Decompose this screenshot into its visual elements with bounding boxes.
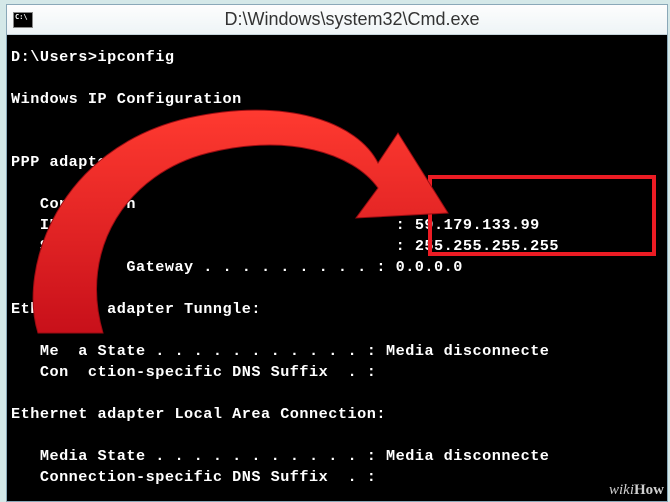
section-title: Ethernet adapter Local Area Connection: <box>11 405 386 423</box>
gateway-value: 0.0.0.0 <box>396 258 463 276</box>
window-title: D:\Windows\system32\Cmd.exe <box>43 9 661 30</box>
titlebar[interactable]: D:\Windows\system32\Cmd.exe <box>7 5 667 35</box>
ip-value: 59.179.133.99 <box>415 216 540 234</box>
line-label: IPv4 Ad <box>40 216 107 234</box>
line-label: Connection <box>40 195 136 213</box>
prompt: D:\Users> <box>11 48 98 66</box>
ipconfig-header: Windows IP Configuration <box>11 90 242 108</box>
line-label: Defa Gateway <box>40 258 194 276</box>
line-label: Media State <box>40 447 146 465</box>
cmd-window: D:\Windows\system32\Cmd.exe D:\Users>ipc… <box>6 4 668 502</box>
cmd-icon <box>13 12 33 28</box>
line-label: Me a State <box>40 342 146 360</box>
section-title: Ether t adapter Tunngle: <box>11 300 261 318</box>
line-label: Subne <box>40 237 88 255</box>
watermark: wikiHow <box>609 482 664 499</box>
line-label: Connection-specific DNS Suffix <box>40 468 328 486</box>
section-title: PPP adapter mtnl: <box>11 153 174 171</box>
command: ipconfig <box>98 48 175 66</box>
terminal-output[interactable]: D:\Users>ipconfig Windows IP Configurati… <box>7 35 667 501</box>
media-state: Media disconnecte <box>386 342 549 360</box>
line-label: Con ction-specific DNS Suffix <box>40 363 328 381</box>
subnet-value: 255.255.255.255 <box>415 237 559 255</box>
media-state: Media disconnecte <box>386 447 549 465</box>
